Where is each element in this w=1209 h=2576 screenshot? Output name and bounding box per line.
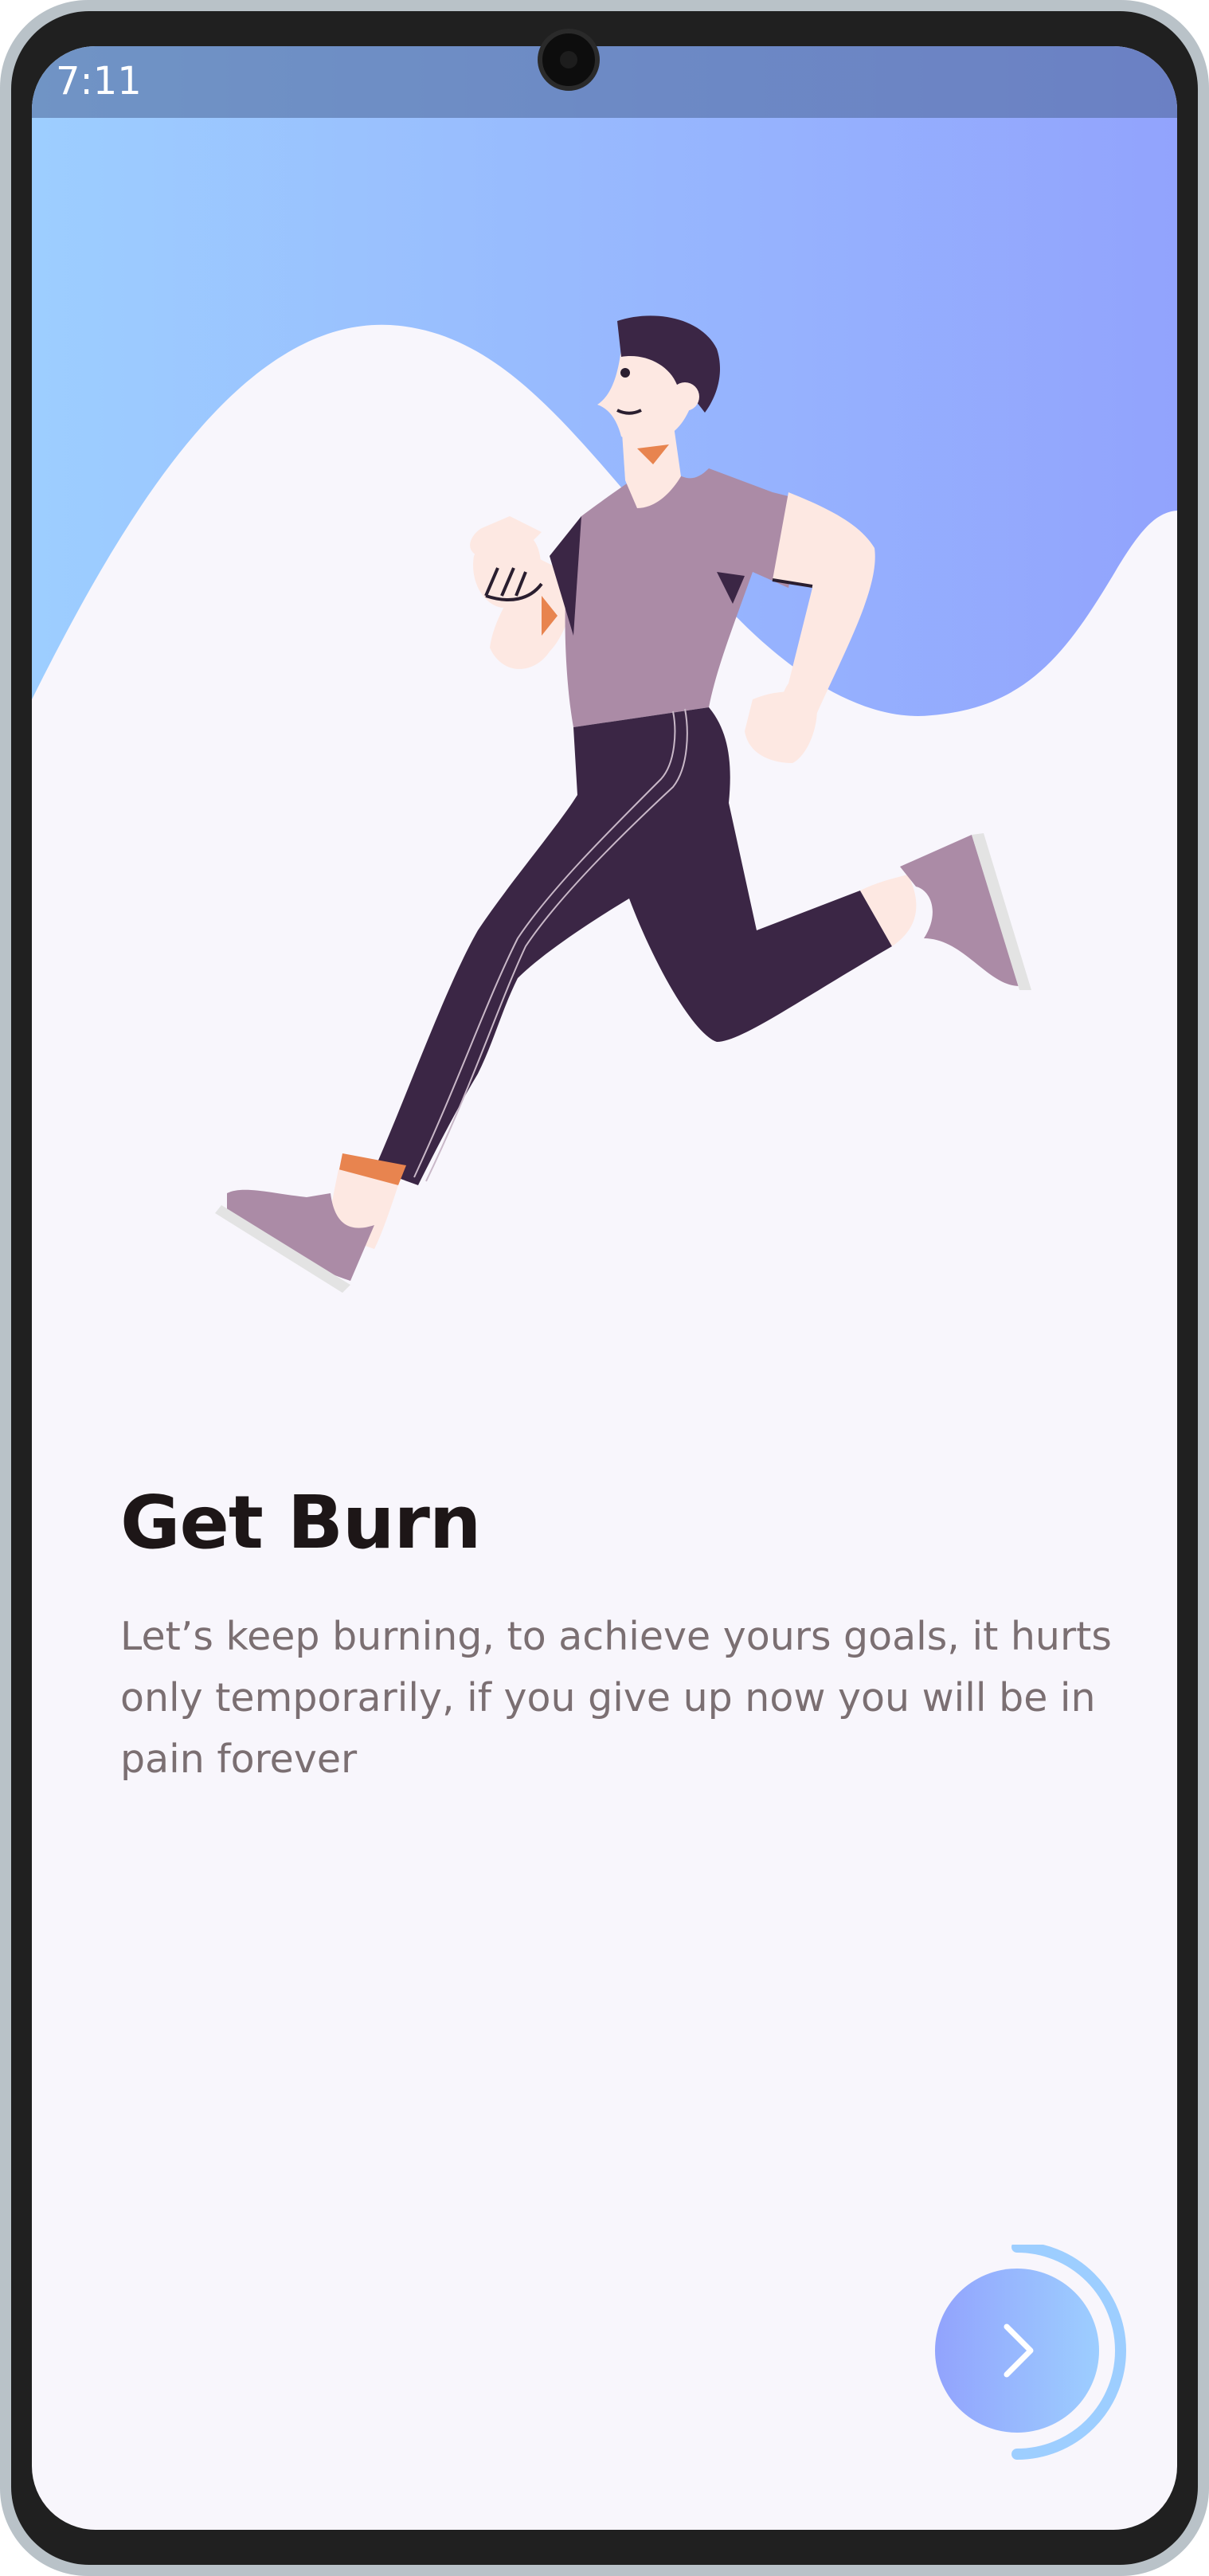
front-camera <box>538 29 600 91</box>
next-button[interactable] <box>935 2269 1099 2433</box>
status-bar: 7:11 <box>32 46 1177 118</box>
hero-illustration <box>32 46 1177 1400</box>
status-bar-time: 7:11 <box>56 59 142 104</box>
screen: 7:11 Get Burn Let’s keep burning, to ach… <box>32 46 1177 2530</box>
chevron-right-icon <box>1004 2323 1034 2378</box>
onboarding-title: Get Burn <box>120 1480 481 1565</box>
onboarding-description: Let’s keep burning, to achieve yours goa… <box>120 1614 1112 1782</box>
next-button-group <box>916 2245 1155 2484</box>
